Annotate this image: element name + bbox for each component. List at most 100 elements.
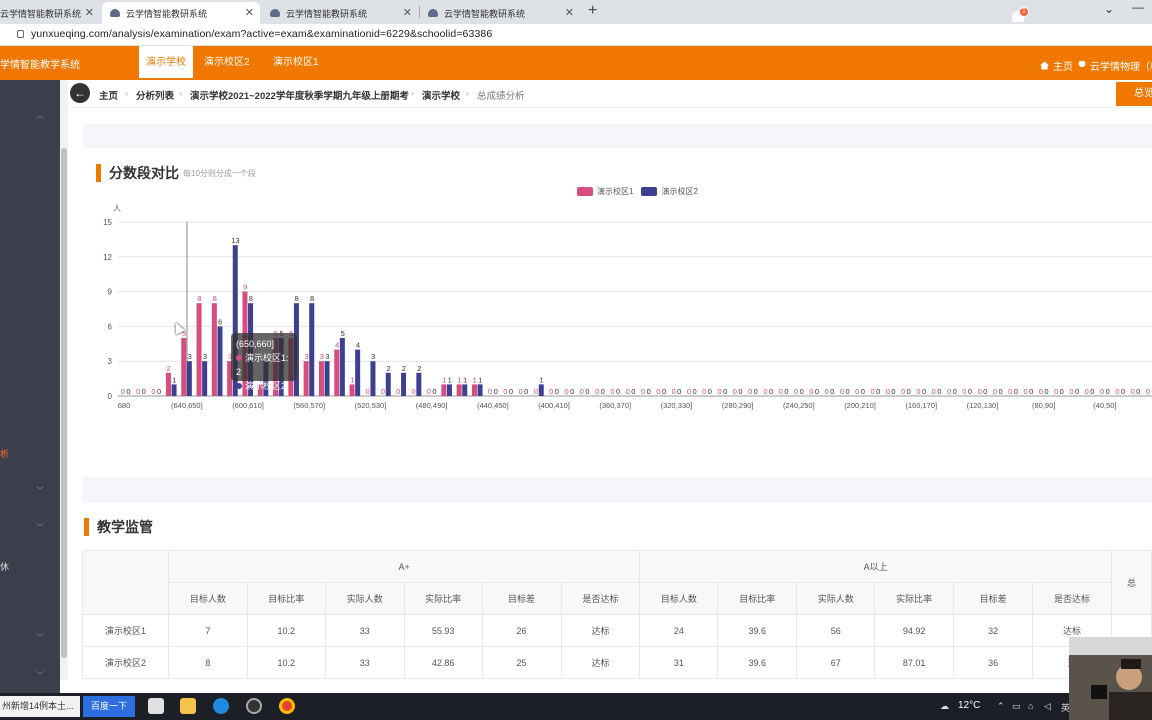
data-label: 0 bbox=[708, 387, 712, 396]
data-label: 0 bbox=[396, 387, 400, 396]
y-tick-label: 3 bbox=[108, 357, 113, 366]
x-tick-label: 680 bbox=[118, 401, 131, 410]
data-label: 4 bbox=[356, 341, 360, 350]
volume-icon[interactable]: ◁ bbox=[1044, 701, 1051, 712]
data-label: 0 bbox=[800, 387, 804, 396]
bar-campus1 bbox=[441, 384, 447, 396]
data-label: 0 bbox=[626, 387, 630, 396]
data-label: 0 bbox=[815, 387, 819, 396]
bar-campus1 bbox=[471, 384, 477, 396]
search-button[interactable]: 百度一下 bbox=[83, 696, 135, 717]
folder-icon[interactable] bbox=[180, 698, 196, 714]
table-row: 演示校区2 8 10.2 33 42.86 25 达标 31 39.6 67 8… bbox=[82, 646, 1152, 679]
data-label: 1 bbox=[463, 375, 467, 384]
table-cell: 56 bbox=[796, 614, 876, 647]
data-label: 0 bbox=[1008, 387, 1012, 396]
data-label: 0 bbox=[142, 387, 146, 396]
y-tick-label: 9 bbox=[108, 288, 113, 297]
data-label: 0 bbox=[916, 387, 920, 396]
bar-campus2 bbox=[186, 361, 192, 396]
column-header: 实际人数 bbox=[796, 582, 876, 615]
table-cell: 39.6 bbox=[717, 646, 798, 679]
store-icon[interactable] bbox=[148, 698, 164, 714]
data-label: 0 bbox=[1100, 387, 1104, 396]
chevron-up-icon[interactable]: ⌃ bbox=[997, 701, 1005, 712]
data-label: 0 bbox=[381, 387, 385, 396]
data-label: 3 bbox=[371, 352, 375, 361]
obs-icon[interactable] bbox=[246, 698, 262, 714]
data-label: 0 bbox=[907, 387, 911, 396]
x-tick-label: (280,290] bbox=[722, 401, 754, 410]
tooltip-line: 演示校区1: 2 bbox=[236, 353, 289, 377]
data-label: 0 bbox=[503, 387, 507, 396]
table-cell: 42.86 bbox=[403, 646, 483, 679]
data-label: 6 bbox=[218, 317, 222, 326]
supervision-section-title: 教学监管 bbox=[84, 517, 153, 537]
x-tick-label: (160,170] bbox=[905, 401, 937, 410]
data-label: 8 bbox=[310, 294, 314, 303]
data-label: 0 bbox=[886, 387, 890, 396]
data-label: 0 bbox=[993, 387, 997, 396]
data-label: 0 bbox=[509, 387, 513, 396]
data-label: 0 bbox=[733, 387, 737, 396]
table-cell: 55.93 bbox=[403, 614, 483, 647]
data-label: 1 bbox=[442, 375, 446, 384]
x-tick-label: (320,330] bbox=[661, 401, 693, 410]
table-cell: 达标 bbox=[560, 614, 641, 647]
data-label: 0 bbox=[126, 387, 130, 396]
taskbar-search-input[interactable]: 州新增14例本土... bbox=[0, 696, 80, 717]
table-row: 演示校区1 7 10.2 33 55.93 26 达标 24 39.6 56 9… bbox=[82, 614, 1152, 647]
data-label: 0 bbox=[855, 387, 859, 396]
data-label: 0 bbox=[1029, 387, 1033, 396]
data-label: 0 bbox=[411, 387, 415, 396]
bar-campus2 bbox=[339, 338, 345, 396]
data-label: 0 bbox=[585, 387, 589, 396]
tray-icon[interactable]: ▭ bbox=[1012, 701, 1021, 712]
data-label: 0 bbox=[672, 387, 676, 396]
edge-icon[interactable] bbox=[213, 698, 229, 714]
data-label: 1 bbox=[539, 375, 543, 384]
data-label: 0 bbox=[656, 387, 660, 396]
data-label: 0 bbox=[702, 387, 706, 396]
table-corner bbox=[82, 550, 169, 615]
network-icon[interactable]: ⌂ bbox=[1028, 701, 1033, 711]
data-label: 0 bbox=[870, 387, 874, 396]
bar-campus1 bbox=[456, 384, 462, 396]
data-label: 8 bbox=[197, 294, 201, 303]
data-label: 0 bbox=[932, 387, 936, 396]
data-label: 0 bbox=[519, 387, 523, 396]
bar-campus1 bbox=[196, 303, 202, 396]
bar-campus2 bbox=[401, 372, 407, 396]
data-label: 3 bbox=[188, 352, 192, 361]
chrome-icon[interactable] bbox=[279, 698, 295, 714]
data-label: 3 bbox=[304, 352, 308, 361]
table-cell: 26 bbox=[481, 614, 562, 647]
data-label: 0 bbox=[840, 387, 844, 396]
group-header: A以上 bbox=[639, 550, 1112, 583]
x-tick-label: (560,570] bbox=[293, 401, 325, 410]
data-label: 0 bbox=[1090, 387, 1094, 396]
data-label: 0 bbox=[891, 387, 895, 396]
x-tick-label: (440,450] bbox=[477, 401, 509, 410]
taskbar: 州新增14例本土... 百度一下 ☁ 12°C ⌃ ▭ ⌂ ◁ 英 bbox=[0, 693, 1152, 720]
data-label: 0 bbox=[794, 387, 798, 396]
data-label: 8 bbox=[249, 294, 253, 303]
data-label: 0 bbox=[978, 387, 982, 396]
bar-campus2 bbox=[370, 361, 376, 396]
y-axis-label: 人 bbox=[113, 204, 121, 213]
data-label: 2 bbox=[167, 364, 171, 373]
table-cell: 24 bbox=[639, 614, 719, 647]
data-label: 3 bbox=[203, 352, 207, 361]
group-header: A+ bbox=[167, 550, 641, 583]
data-label: 1 bbox=[478, 375, 482, 384]
data-label: 0 bbox=[1054, 387, 1058, 396]
data-label: 1 bbox=[457, 375, 461, 384]
data-label: 2 bbox=[402, 364, 406, 373]
temperature: 12°C bbox=[958, 700, 981, 711]
table-cell: 33 bbox=[324, 614, 405, 647]
data-label: 0 bbox=[121, 387, 125, 396]
x-tick-label: (640,650] bbox=[171, 401, 203, 410]
data-label: 0 bbox=[692, 387, 696, 396]
data-label: 3 bbox=[320, 352, 324, 361]
data-label: 0 bbox=[998, 387, 1002, 396]
